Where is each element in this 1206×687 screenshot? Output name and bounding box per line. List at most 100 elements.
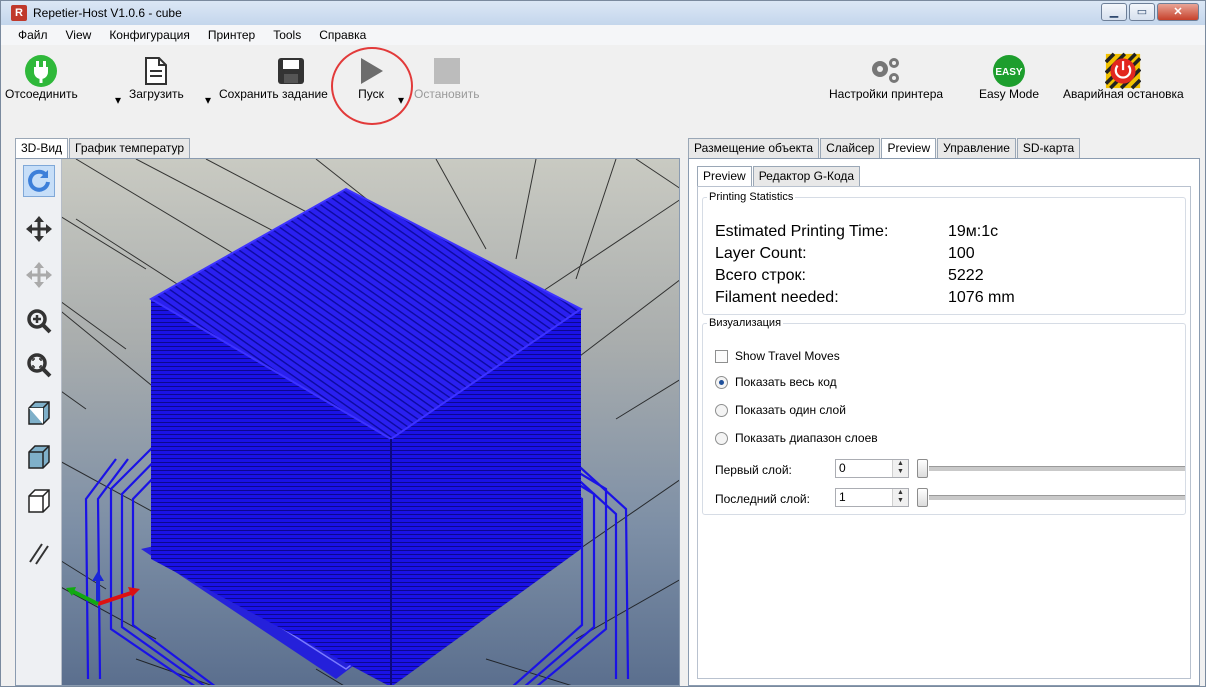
tab-sd-card[interactable]: SD-карта bbox=[1016, 138, 1081, 158]
tab-manual-control[interactable]: Управление bbox=[937, 138, 1016, 158]
3d-viewport[interactable] bbox=[15, 158, 680, 686]
checkbox-box[interactable] bbox=[715, 349, 728, 363]
zoom-icon[interactable] bbox=[23, 305, 55, 337]
stop-icon bbox=[429, 53, 465, 89]
right-pane: Размещение объекта Слайсер Preview Управ… bbox=[688, 138, 1200, 686]
emergency-stop-icon bbox=[1105, 52, 1142, 90]
view-tools-sidebar bbox=[16, 159, 62, 685]
stat-value: 5222 bbox=[948, 267, 984, 284]
easy-mode-button[interactable]: EASY Easy Mode bbox=[979, 49, 1039, 101]
app-window: R Repetier-Host V1.0.6 - cube ▁ ▭ ✕ Файл… bbox=[0, 0, 1206, 687]
preview-content: Printing Statistics Estimated Printing T… bbox=[697, 186, 1191, 679]
run-button[interactable]: Пуск bbox=[353, 49, 389, 101]
easy-mode-label: Easy Mode bbox=[979, 87, 1040, 101]
last-layer-label: Последний слой: bbox=[715, 492, 810, 506]
isometric-view-icon[interactable] bbox=[23, 397, 55, 429]
show-travel-moves-checkbox[interactable]: Show Travel Moves bbox=[715, 349, 840, 363]
radio-indicator[interactable] bbox=[715, 403, 728, 417]
menu-file[interactable]: Файл bbox=[18, 28, 48, 42]
close-button[interactable]: ✕ bbox=[1157, 3, 1199, 21]
connect-dropdown-arrow[interactable]: ▾ bbox=[115, 93, 121, 107]
emergency-stop-button[interactable]: Аварийная остановка bbox=[1063, 49, 1184, 101]
radio-label: Показать диапазон слоев bbox=[735, 431, 878, 445]
radio-indicator[interactable] bbox=[715, 431, 728, 445]
printer-settings-label: Настройки принтера bbox=[829, 87, 944, 101]
first-layer-value: 0 bbox=[839, 461, 846, 475]
tab-slicer[interactable]: Слайсер bbox=[820, 138, 881, 158]
radio-show-all-code[interactable]: Показать весь код bbox=[715, 375, 837, 389]
radio-indicator[interactable] bbox=[715, 375, 728, 389]
front-view-icon[interactable] bbox=[23, 441, 55, 473]
3d-scene[interactable] bbox=[16, 159, 680, 686]
spinner-arrows-icon[interactable]: ▲ ▼ bbox=[892, 460, 908, 477]
tab-3d-view[interactable]: 3D-Вид bbox=[15, 138, 69, 159]
radio-label: Показать весь код bbox=[735, 375, 837, 389]
last-layer-input[interactable]: 1 ▲ ▼ bbox=[835, 488, 909, 507]
stat-label: Layer Count: bbox=[715, 245, 807, 262]
maximize-button[interactable]: ▭ bbox=[1129, 3, 1155, 21]
stat-value: 1076 mm bbox=[948, 289, 1015, 306]
stat-label: Всего строк: bbox=[715, 267, 806, 284]
play-icon bbox=[353, 53, 389, 89]
last-layer-slider-thumb[interactable] bbox=[917, 488, 928, 507]
tab-preview[interactable]: Preview bbox=[881, 138, 937, 159]
first-layer-slider[interactable] bbox=[929, 466, 1185, 471]
plug-icon bbox=[23, 53, 59, 89]
printing-statistics-group: Printing Statistics Estimated Printing T… bbox=[702, 191, 1186, 315]
save-job-label: Сохранить задание bbox=[219, 87, 328, 101]
stop-label: Остановить bbox=[414, 87, 480, 101]
spinner-arrows-icon[interactable]: ▲ ▼ bbox=[892, 489, 908, 506]
radio-label: Показать один слой bbox=[735, 403, 846, 417]
tab-temperature-chart[interactable]: График температур bbox=[69, 138, 191, 158]
gears-icon bbox=[868, 53, 904, 89]
disconnect-button[interactable]: Отсоединить bbox=[5, 49, 78, 101]
move-object-icon[interactable] bbox=[23, 259, 55, 291]
menu-printer[interactable]: Принтер bbox=[208, 28, 255, 42]
stop-button[interactable]: Остановить bbox=[414, 49, 480, 101]
menu-bar: Файл View Конфигурация Принтер Tools Спр… bbox=[1, 25, 1205, 45]
menu-tools[interactable]: Tools bbox=[273, 28, 301, 42]
first-layer-slider-thumb[interactable] bbox=[917, 459, 928, 478]
first-layer-label: Первый слой: bbox=[715, 463, 792, 477]
run-dropdown-arrow[interactable]: ▾ bbox=[398, 93, 404, 107]
last-layer-slider[interactable] bbox=[929, 495, 1185, 500]
menu-help[interactable]: Справка bbox=[319, 28, 366, 42]
toolbar: Отсоединить ▾ Загрузить ▾ Сохранить зада… bbox=[1, 45, 1205, 131]
visualization-group: Визуализация Show Travel Moves Показать … bbox=[702, 317, 1186, 515]
tab-gcode-editor[interactable]: Редактор G-Кода bbox=[752, 166, 861, 187]
first-layer-input[interactable]: 0 ▲ ▼ bbox=[835, 459, 909, 478]
stat-value: 19м:1с bbox=[948, 223, 999, 240]
radio-show-layer-range[interactable]: Показать диапазон слоев bbox=[715, 431, 878, 445]
load-button[interactable]: Загрузить bbox=[129, 49, 184, 101]
stat-label: Estimated Printing Time: bbox=[715, 223, 889, 240]
load-dropdown-arrow[interactable]: ▾ bbox=[205, 93, 211, 107]
app-logo-icon: R bbox=[11, 5, 27, 21]
parallel-projection-icon[interactable] bbox=[23, 537, 55, 569]
emergency-stop-label: Аварийная остановка bbox=[1063, 87, 1184, 101]
fit-view-icon[interactable] bbox=[23, 349, 55, 381]
radio-show-single-layer[interactable]: Показать один слой bbox=[715, 403, 846, 417]
minimize-button[interactable]: ▁ bbox=[1101, 3, 1127, 21]
tab-inner-preview[interactable]: Preview bbox=[697, 166, 752, 187]
title-bar: R Repetier-Host V1.0.6 - cube ▁ ▭ ✕ bbox=[1, 1, 1205, 25]
stat-label: Filament needed: bbox=[715, 289, 839, 306]
printing-statistics-title: Printing Statistics bbox=[709, 191, 794, 203]
menu-view[interactable]: View bbox=[66, 28, 92, 42]
move-icon[interactable] bbox=[23, 213, 55, 245]
save-job-button[interactable]: Сохранить задание bbox=[219, 49, 328, 101]
printer-settings-button[interactable]: Настройки принтера bbox=[829, 49, 943, 101]
stat-value: 100 bbox=[948, 245, 975, 262]
tab-object-placement[interactable]: Размещение объекта bbox=[688, 138, 820, 158]
menu-configuration[interactable]: Конфигурация bbox=[109, 28, 190, 42]
floppy-disk-icon bbox=[273, 53, 309, 89]
run-label: Пуск bbox=[358, 87, 384, 101]
svg-text:EASY: EASY bbox=[995, 67, 1023, 78]
load-label: Загрузить bbox=[129, 87, 184, 101]
document-icon bbox=[138, 53, 174, 89]
easy-mode-icon: EASY bbox=[991, 53, 1027, 89]
window-title: Repetier-Host V1.0.6 - cube bbox=[33, 6, 182, 20]
show-travel-moves-label: Show Travel Moves bbox=[735, 349, 840, 363]
top-view-icon[interactable] bbox=[23, 485, 55, 517]
rotate-icon[interactable] bbox=[23, 165, 55, 197]
preview-panel: Preview Редактор G-Кода Printing Statist… bbox=[688, 158, 1200, 686]
